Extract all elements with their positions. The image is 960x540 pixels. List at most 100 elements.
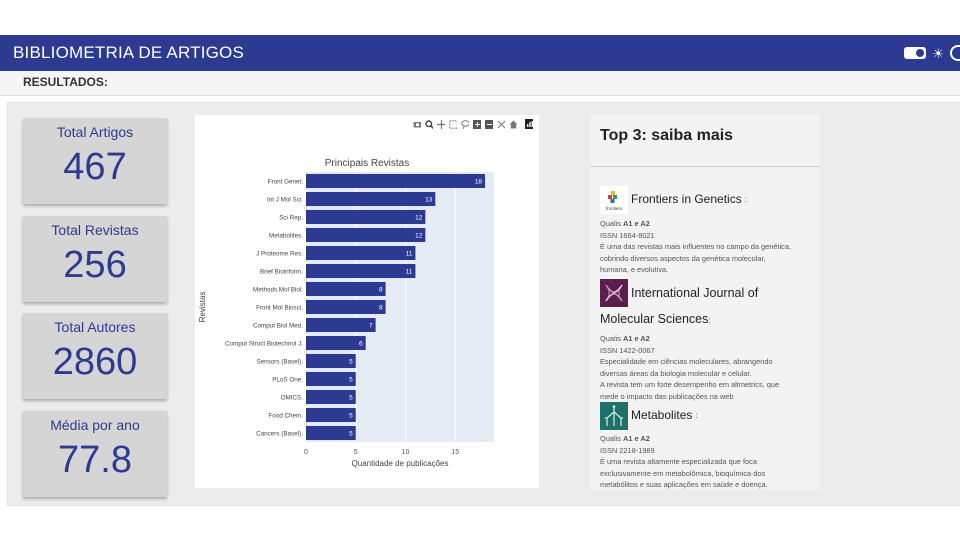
journal-desc-line: humana, e evolutiva. — [600, 265, 669, 274]
theme-toggle[interactable]: ☀ — [904, 45, 960, 61]
bar-value-label: 5 — [349, 377, 353, 384]
journal-name-line2-text: Molecular Sciences — [600, 312, 709, 326]
bar — [306, 263, 416, 279]
chart-modebar — [413, 119, 533, 129]
sun-icon: ☀ — [932, 45, 944, 61]
bar-value-label: 8 — [379, 305, 383, 312]
y-tick-label: Food Chem. — [268, 413, 303, 420]
journal-name-suffix: : — [744, 195, 747, 205]
top3-panel: Top 3: saiba mais frontiers Frontiers in… — [590, 115, 820, 490]
toggle-icon[interactable] — [904, 47, 927, 59]
zoom-out-icon[interactable] — [485, 119, 493, 129]
journal-name-suffix: : — [695, 411, 698, 421]
stat-value: 2860 — [52, 341, 138, 383]
results-label: RESULTADOS: — [23, 75, 108, 89]
results-bar: RESULTADOS: — [0, 71, 960, 96]
y-axis-label: Revistas — [198, 292, 207, 323]
journal-qualis: Qualis A1 e A2 — [600, 218, 818, 230]
journal-desc-line: diversas áreas da biologia molecular e c… — [600, 368, 752, 378]
journal-desc-line: mede o impacto das publicações na web — [600, 391, 734, 401]
journal-name-suffix: : — [708, 316, 711, 325]
bar-value-label: 7 — [369, 323, 373, 330]
journal-name: Frontiers in Genetics — [631, 192, 742, 207]
y-tick-label: Cancers (Basel). — [256, 431, 303, 438]
journal-issn: ISSN 2218-1989 — [600, 445, 655, 455]
stat-label: Média por ano — [50, 417, 140, 433]
bar — [306, 299, 386, 315]
bar — [306, 227, 426, 243]
journal-issn: ISSN 1422-0067 — [600, 345, 655, 355]
qualis-prefix: Qualis — [600, 434, 624, 443]
journal-metabolites: Metabolites: Qualis A1 e A2 ISSN 2218-19… — [600, 402, 818, 491]
journal-name: Metabolites — [631, 408, 693, 423]
metabolites-logo — [600, 402, 628, 430]
zoom-in-icon[interactable] — [473, 119, 481, 129]
x-axis-label: Quantidade de publicações — [352, 459, 449, 468]
qualis-prefix: Qualis — [600, 334, 624, 343]
bar — [306, 245, 416, 261]
journal-issn: ISSN 1664-8021 — [600, 230, 655, 240]
stat-label: Total Autores — [54, 319, 136, 335]
stat-label: Total Revistas — [51, 222, 139, 238]
chart-title: Principais Revistas — [325, 158, 409, 169]
journal-desc-line: exclusivamente em metabolômica, bioquími… — [600, 468, 766, 478]
y-tick-label: Sensors (Basel). — [256, 359, 303, 366]
stat-value: 256 — [63, 244, 127, 286]
journal-desc-line: A revista tem um forte desempenho em alt… — [600, 380, 780, 389]
y-tick-label: Metabolites. — [269, 233, 303, 240]
qualis-prefix: Qualis — [600, 219, 624, 228]
journal-qualis: Qualis A1 e A2 — [600, 433, 818, 445]
moon-icon — [950, 45, 960, 61]
journal-qualis: Qualis A1 e A2 — [600, 333, 818, 345]
y-tick-label: J Proteome Res. — [256, 251, 303, 258]
frontiers-logo-text: frontiers — [606, 206, 623, 211]
x-tick-label: 15 — [451, 449, 459, 456]
journal-desc-line: cobrindo diversos aspectos da genética m… — [600, 253, 766, 263]
stat-label: Total Artigos — [56, 124, 134, 140]
y-tick-label: Sci Rep. — [279, 215, 303, 222]
journal-desc-line: É uma revista altamente especializada qu… — [600, 457, 757, 466]
y-tick-label: Methods Mol Biol. — [253, 287, 303, 294]
bar-value-label: 5 — [349, 359, 353, 366]
y-tick-label: Int J Mol Sci. — [267, 197, 303, 204]
bar-value-label: 11 — [406, 269, 413, 276]
bar-value-label: 8 — [379, 287, 383, 294]
bar-value-label: 12 — [415, 233, 423, 240]
bar — [306, 317, 376, 333]
divider — [590, 166, 820, 167]
stat-card-total-revistas: Total Revistas 256 — [23, 216, 167, 302]
bar — [306, 209, 426, 225]
bar — [306, 281, 386, 297]
qualis-value: A1 e A2 — [623, 334, 650, 343]
frontiers-logo: frontiers — [600, 186, 628, 214]
bar-value-label: 18 — [475, 179, 483, 186]
top3-title: Top 3: saiba mais — [600, 127, 734, 144]
box-select-icon[interactable] — [449, 119, 457, 129]
reset-icon[interactable] — [509, 119, 517, 129]
y-tick-label: Comput Biol Med. — [253, 323, 303, 330]
stat-value: 77.8 — [58, 439, 132, 481]
autoscale-icon[interactable] — [497, 119, 505, 129]
journal-desc-line: metabólitos e suas aplicações em saúde e… — [600, 480, 768, 489]
plotly-logo-icon[interactable] — [525, 119, 533, 129]
y-tick-label: Front Genet. — [268, 179, 304, 186]
bar-value-label: 5 — [349, 413, 353, 420]
y-tick-label: Brief Bioinform. — [260, 269, 303, 276]
camera-icon[interactable] — [413, 119, 421, 129]
journal-desc-line: É uma das revistas mais influentes no ca… — [600, 242, 792, 251]
zoom-icon[interactable] — [425, 119, 433, 129]
y-tick-label: Front Mol Biosci. — [256, 305, 303, 312]
bar — [306, 335, 366, 351]
bar-value-label: 12 — [415, 215, 423, 222]
stat-card-total-artigos: Total Artigos 467 — [23, 118, 167, 204]
y-tick-label: Comput Struct Biotechnol J. — [225, 341, 303, 348]
journal-name: International Journal of — [631, 286, 759, 300]
bar — [306, 173, 486, 189]
journal-desc-line: Especialidade em ciências moleculares, a… — [600, 357, 773, 366]
stat-value: 467 — [63, 146, 127, 188]
y-tick-label: OMICS. — [281, 395, 304, 402]
lasso-icon[interactable] — [461, 119, 469, 129]
bar-chart: 0 5 10 15 18 Front Genet. 13 Int J Mol Sci. 12 Sc… — [198, 158, 494, 468]
pan-icon[interactable] — [437, 119, 445, 129]
y-tick-label: PLoS One. — [272, 377, 303, 384]
